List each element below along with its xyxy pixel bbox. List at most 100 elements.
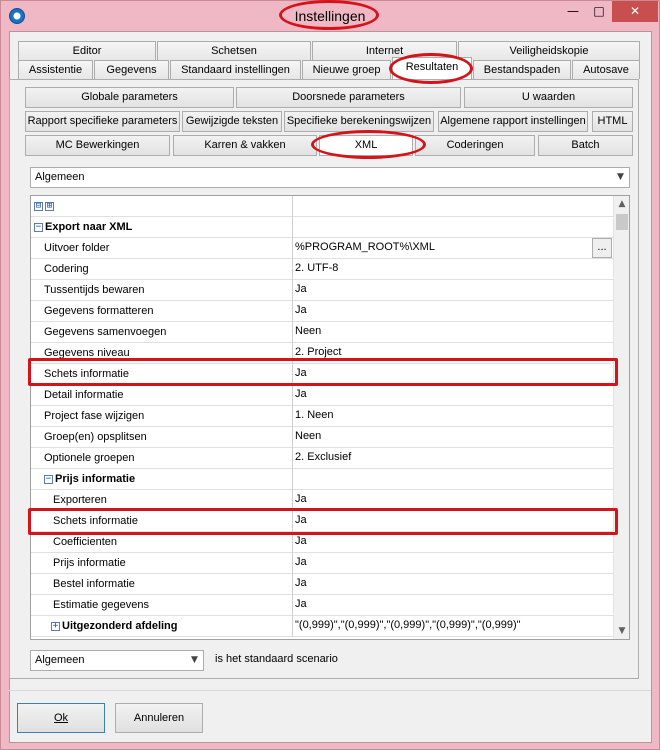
property-name: Groep(en) opsplitsen [31, 427, 293, 448]
property-name: Project fase wijzigen [31, 406, 293, 427]
section-prijs-informatie[interactable]: − Prijs informatie [31, 469, 613, 490]
property-name: Optionele groepen [31, 448, 293, 469]
collapse-icon[interactable]: − [44, 474, 53, 484]
property-grid: ⊟ ⊞ − Export naar XML Uitvoer folder %PROG… [30, 195, 630, 640]
property-name: Schets informatie [31, 364, 293, 385]
property-name: Gegevens formatteren [31, 301, 293, 322]
tab-standaard-instellingen[interactable]: Standaard instellingen [170, 60, 301, 79]
grid-header-value [294, 196, 612, 217]
table-row[interactable]: Uitvoer folder %PROGRAM_ROOT%\XML ... [31, 238, 613, 259]
property-value[interactable]: 2. Project [294, 343, 612, 364]
specifieke-berekeningswijzen-button[interactable]: Specifieke berekeningswijzen [284, 111, 434, 132]
property-value[interactable]: Ja [294, 532, 612, 553]
tab-bestandspaden[interactable]: Bestandspaden [473, 60, 571, 79]
tab-autosave[interactable]: Autosave [572, 60, 640, 79]
property-value[interactable]: Ja [294, 553, 612, 574]
property-name: Codering [31, 259, 293, 280]
title-bar[interactable]: Instellingen — □ ✕ [1, 1, 659, 31]
property-value[interactable]: Ja [294, 490, 612, 511]
property-value[interactable]: Ja [294, 385, 612, 406]
html-button[interactable]: HTML [592, 111, 633, 132]
table-row[interactable]: Prijs informatie Ja [31, 553, 613, 574]
vertical-scrollbar[interactable]: ▲ ▼ [613, 196, 629, 639]
property-name: Detail informatie [31, 385, 293, 406]
table-row[interactable]: Optionele groepen 2. Exclusief [31, 448, 613, 469]
globale-parameters-button[interactable]: Globale parameters [25, 87, 234, 108]
tab-editor[interactable]: Editor [18, 41, 156, 60]
tab-assistentie[interactable]: Assistentie [18, 60, 93, 79]
tab-schetsen[interactable]: Schetsen [157, 41, 311, 60]
property-value[interactable]: Neen [294, 322, 612, 343]
uitgezonderd-afdeling-value[interactable]: "(0,999)","(0,999)","(0,999)","(0,999)",… [294, 616, 612, 637]
table-row[interactable]: Project fase wijzigen 1. Neen [31, 406, 613, 427]
table-row[interactable]: Gegevens formatteren Ja [31, 301, 613, 322]
tab-nieuwe-groep[interactable]: Nieuwe groep [302, 60, 391, 79]
property-value[interactable]: Ja [294, 280, 612, 301]
property-value[interactable]: Ja [294, 301, 612, 322]
grid-toolbar-icons: ⊟ ⊞ [31, 196, 293, 217]
table-row[interactable]: Schets informatie Ja [31, 364, 613, 385]
property-value[interactable]: Ja [294, 574, 612, 595]
property-value[interactable]: Ja [294, 595, 612, 616]
expand-all-icon[interactable]: ⊞ [45, 201, 54, 211]
table-row[interactable]: Gegevens samenvoegen Neen [31, 322, 613, 343]
batch-button[interactable]: Batch [538, 135, 633, 156]
uitvoer-folder-value: %PROGRAM_ROOT%\XML [295, 241, 435, 253]
close-button[interactable]: ✕ [612, 1, 658, 22]
property-value[interactable]: 1. Neen [294, 406, 612, 427]
property-name: Uitvoer folder [31, 238, 293, 259]
table-row[interactable]: Exporteren Ja [31, 490, 613, 511]
browse-button[interactable]: ... [592, 238, 612, 258]
section-uitgezonderd-afdeling[interactable]: + Uitgezonderd afdeling "(0,999)","(0,999… [31, 616, 613, 637]
tab-gegevens[interactable]: Gegevens [94, 60, 169, 79]
chevron-down-icon: ▼ [191, 655, 198, 665]
property-name: Prijs informatie [31, 553, 293, 574]
scenario-select[interactable]: Algemeen ▼ [30, 650, 204, 671]
cancel-button[interactable]: Annuleren [115, 703, 203, 733]
tab-resultaten[interactable]: Resultaten [392, 57, 472, 79]
scroll-down-icon[interactable]: ▼ [614, 623, 629, 639]
karren-vakken-button[interactable]: Karren & vakken [173, 135, 317, 156]
section-export-naar-xml[interactable]: − Export naar XML [31, 217, 613, 238]
minimize-button[interactable]: — [560, 1, 586, 22]
table-row[interactable]: Tussentijds bewaren Ja [31, 280, 613, 301]
u-waarden-button[interactable]: U waarden [464, 87, 633, 108]
property-value[interactable]: 2. Exclusief [294, 448, 612, 469]
rapport-specifieke-parameters-button[interactable]: Rapport specifieke parameters [25, 111, 180, 132]
table-row[interactable]: Gegevens niveau 2. Project [31, 343, 613, 364]
table-row[interactable]: Codering 2. UTF-8 [31, 259, 613, 280]
algemene-rapport-instellingen-button[interactable]: Algemene rapport instellingen [438, 111, 588, 132]
tab-veiligheidskopie[interactable]: Veiligheidskopie [458, 41, 640, 60]
property-value[interactable]: Ja [294, 364, 612, 385]
scroll-up-icon[interactable]: ▲ [614, 196, 629, 212]
property-value[interactable]: Ja [294, 511, 612, 532]
table-row[interactable]: Coefficienten Ja [31, 532, 613, 553]
doorsnede-parameters-button[interactable]: Doorsnede parameters [236, 87, 461, 108]
property-name: Gegevens niveau [31, 343, 293, 364]
collapse-all-icon[interactable]: ⊟ [34, 201, 43, 211]
table-row[interactable]: Schets informatie Ja [31, 511, 613, 532]
property-value[interactable]: 2. UTF-8 [294, 259, 612, 280]
table-row[interactable]: Bestel informatie Ja [31, 574, 613, 595]
table-row[interactable]: Groep(en) opsplitsen Neen [31, 427, 613, 448]
property-value[interactable]: Neen [294, 427, 612, 448]
ok-button[interactable]: Ok [17, 703, 105, 733]
section-label: Export naar XML [45, 221, 133, 233]
category-select[interactable]: Algemeen ▼ [30, 167, 630, 188]
expand-icon[interactable]: + [51, 621, 60, 631]
table-row[interactable]: Detail informatie Ja [31, 385, 613, 406]
collapse-icon[interactable]: − [34, 222, 43, 232]
mc-bewerkingen-button[interactable]: MC Bewerkingen [25, 135, 170, 156]
coderingen-button[interactable]: Coderingen [415, 135, 535, 156]
property-value[interactable]: %PROGRAM_ROOT%\XML ... [294, 238, 612, 259]
property-name: Schets informatie [31, 511, 293, 532]
section-label: Prijs informatie [55, 473, 136, 485]
xml-button[interactable]: XML [319, 135, 413, 156]
scroll-thumb[interactable] [616, 214, 628, 230]
table-row[interactable]: Estimatie gegevens Ja [31, 595, 613, 616]
gewijzigde-teksten-button[interactable]: Gewijzigde teksten [182, 111, 282, 132]
ok-button-label: Ok [53, 712, 69, 724]
property-name: Estimatie gegevens [31, 595, 293, 616]
property-name: Gegevens samenvoegen [31, 322, 293, 343]
maximize-button[interactable]: □ [586, 1, 612, 22]
